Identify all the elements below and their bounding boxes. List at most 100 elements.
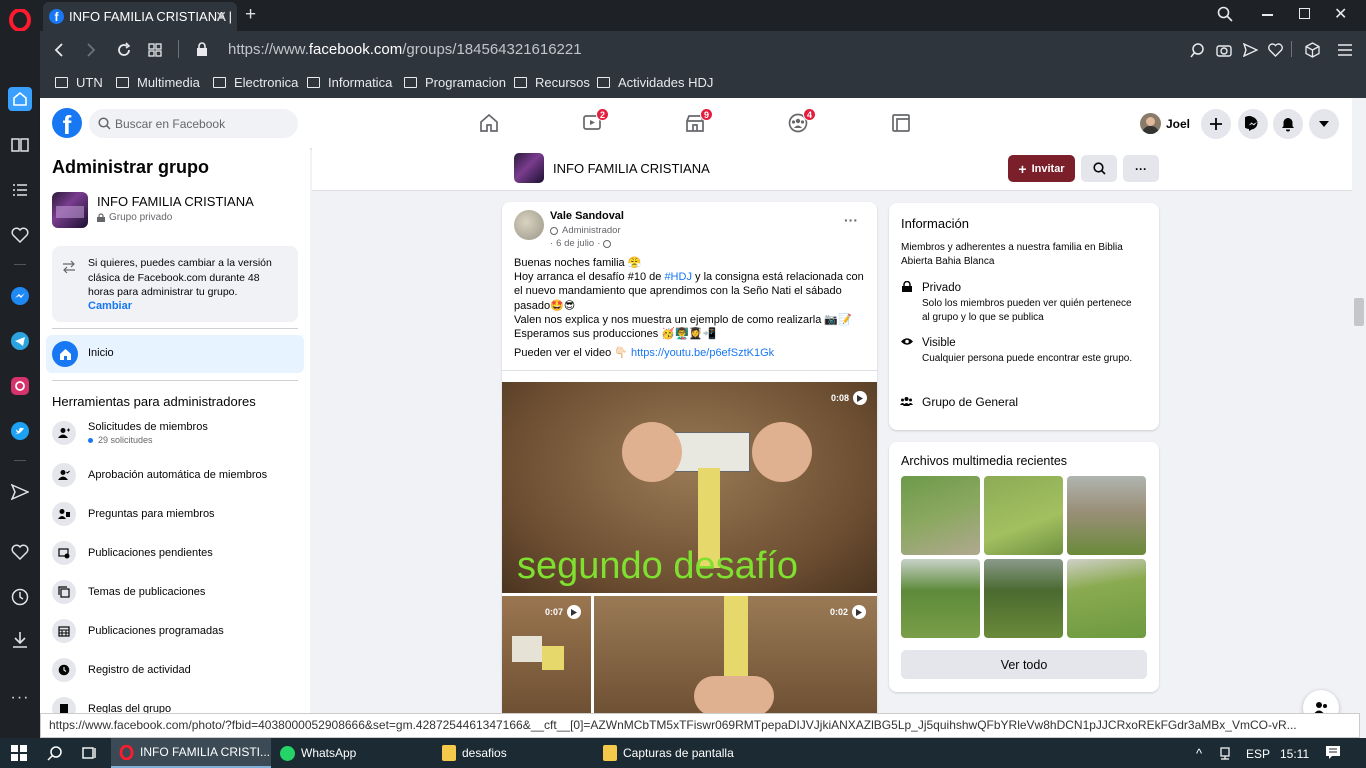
tool-pending-posts[interactable]: Publicaciones pendientes xyxy=(52,541,213,565)
new-tab-icon[interactable]: + xyxy=(245,4,256,26)
group-header-name[interactable]: INFO FAMILIA CRISTIANA xyxy=(553,161,710,176)
group-header-avatar[interactable] xyxy=(514,153,544,183)
nav-home[interactable]: Inicio xyxy=(46,335,304,373)
minimize-icon[interactable] xyxy=(1262,14,1273,16)
bookmark-item[interactable]: Actividades HDJ xyxy=(597,75,713,90)
pinboard-icon[interactable] xyxy=(8,223,32,247)
see-all-button[interactable]: Ver todo xyxy=(901,650,1147,679)
heart-icon[interactable] xyxy=(8,540,32,564)
tool-post-topics[interactable]: Temas de publicaciones xyxy=(52,580,205,604)
taskbar-app-whatsapp[interactable]: WhatsApp xyxy=(280,738,430,768)
tool-member-questions[interactable]: Preguntas para miembros xyxy=(52,502,215,526)
bookmark-item[interactable]: Electronica xyxy=(213,75,298,90)
media-thumbnail[interactable] xyxy=(1067,559,1146,638)
create-button[interactable] xyxy=(1201,109,1231,139)
tool-auto-approve[interactable]: Aprobación automática de miembros xyxy=(52,463,267,487)
post-date[interactable]: · 6 de julio · xyxy=(550,238,612,249)
group-avatar[interactable] xyxy=(52,192,88,228)
notifications-button[interactable] xyxy=(1273,109,1303,139)
gaming-nav-icon[interactable] xyxy=(891,113,913,135)
clock[interactable]: 15:11 xyxy=(1280,747,1309,761)
task-view-icon[interactable] xyxy=(81,745,97,761)
speed-dial-icon[interactable] xyxy=(8,87,32,111)
tool-member-requests[interactable]: Solicitudes de miembros 29 solicitudes xyxy=(52,421,208,445)
tab-search-icon[interactable] xyxy=(1217,6,1233,22)
switch-classic-link[interactable]: Cambiar xyxy=(88,300,132,312)
bookmark-item[interactable]: Informatica xyxy=(307,75,392,90)
instagram-icon[interactable] xyxy=(8,374,32,398)
media-thumbnail[interactable] xyxy=(901,559,980,638)
page-search-icon[interactable] xyxy=(1190,43,1205,58)
network-icon[interactable] xyxy=(1219,747,1231,760)
forward-icon[interactable] xyxy=(85,42,97,58)
restore-icon[interactable] xyxy=(1299,8,1310,19)
invite-button[interactable]: + Invitar xyxy=(1008,155,1075,182)
media-thumbnail[interactable] xyxy=(1067,476,1146,555)
account-menu-button[interactable] xyxy=(1309,109,1339,139)
start-icon[interactable] xyxy=(11,745,27,761)
facebook-search-input[interactable]: Buscar en Facebook xyxy=(89,109,298,138)
plus-icon: + xyxy=(1018,160,1027,177)
author-avatar[interactable] xyxy=(514,210,544,240)
messenger-button[interactable] xyxy=(1238,109,1268,139)
media-thumbnail[interactable] xyxy=(984,476,1063,555)
lock-icon[interactable] xyxy=(196,42,208,57)
facebook-logo-icon[interactable]: f xyxy=(52,108,82,138)
media-thumbnail[interactable] xyxy=(984,559,1063,638)
post-video-right[interactable]: 0:02 xyxy=(594,596,877,722)
post-video-small[interactable]: 0:07 xyxy=(502,596,591,722)
taskbar-app-desafios[interactable]: desafios xyxy=(442,738,592,768)
close-tab-icon[interactable]: ✕ xyxy=(215,8,227,25)
group-search-button[interactable] xyxy=(1081,155,1117,182)
bookmark-item[interactable]: Programacion xyxy=(404,75,506,90)
bookmark-item[interactable]: Recursos xyxy=(514,75,590,90)
notifications-center-icon[interactable] xyxy=(1325,745,1341,760)
messenger-icon[interactable] xyxy=(8,284,32,308)
tabs-grid-icon[interactable] xyxy=(148,43,162,57)
bookmark-item[interactable]: Multimedia xyxy=(116,75,200,90)
tool-activity-log[interactable]: Registro de actividad xyxy=(52,658,191,682)
url-field[interactable]: https://www.facebook.com/groups/18456432… xyxy=(228,41,582,58)
more-icon[interactable]: ··· xyxy=(8,686,32,710)
reload-icon[interactable] xyxy=(116,42,132,58)
bookmark-heart-icon[interactable] xyxy=(1268,43,1283,57)
history-icon[interactable] xyxy=(8,585,32,609)
home-nav-icon[interactable] xyxy=(479,113,501,135)
group-more-button[interactable]: ··· xyxy=(1123,155,1159,182)
group-name[interactable]: INFO FAMILIA CRISTIANA xyxy=(97,194,254,209)
close-window-icon[interactable]: ✕ xyxy=(1334,4,1347,24)
post-author[interactable]: Vale Sandoval xyxy=(550,210,624,222)
youtube-link[interactable]: https://youtu.be/p6efSztK1Gk xyxy=(631,347,774,359)
taskbar-app-opera[interactable]: INFO FAMILIA CRISTI... xyxy=(111,738,271,768)
send-icon[interactable] xyxy=(8,480,32,504)
bookmark-item[interactable]: UTN xyxy=(55,75,103,90)
reading-list-icon[interactable] xyxy=(8,178,32,202)
back-icon[interactable] xyxy=(53,42,65,58)
send-to-flow-icon[interactable] xyxy=(1243,43,1258,57)
user-name[interactable]: Joel xyxy=(1166,117,1190,131)
twitter-icon[interactable] xyxy=(8,419,32,443)
post-video-main[interactable]: 0:08 segundo desafío xyxy=(502,382,877,593)
tool-scheduled-posts[interactable]: Publicaciones programadas xyxy=(52,619,224,643)
opera-logo-icon[interactable] xyxy=(8,8,32,32)
group-privacy: Grupo privado xyxy=(97,212,172,223)
news-icon[interactable] xyxy=(8,133,32,157)
language-indicator[interactable]: ESP xyxy=(1246,747,1270,761)
downloads-icon[interactable] xyxy=(8,628,32,652)
easy-setup-icon[interactable] xyxy=(1338,44,1352,56)
scrollbar-thumb[interactable] xyxy=(1354,298,1364,326)
snapshot-icon[interactable] xyxy=(1216,43,1232,57)
group-type[interactable]: Grupo de General xyxy=(922,395,1018,409)
tab-facebook[interactable]: f INFO FAMILIA CRISTIANA | ✕ xyxy=(43,2,237,31)
taskbar-app-capturas[interactable]: Capturas de pantalla xyxy=(603,738,763,768)
page-scrollbar[interactable] xyxy=(1352,98,1366,713)
tool-group-rules[interactable]: Reglas del grupo xyxy=(52,697,171,713)
user-avatar[interactable] xyxy=(1140,113,1161,134)
post-options-icon[interactable]: ··· xyxy=(844,212,858,228)
media-thumbnail[interactable] xyxy=(901,476,980,555)
telegram-icon[interactable] xyxy=(8,329,32,353)
search-icon[interactable] xyxy=(47,745,63,761)
tray-chevron-up-icon[interactable]: ^ xyxy=(1196,746,1202,761)
extensions-cube-icon[interactable] xyxy=(1305,42,1320,58)
hashtag-link[interactable]: #HDJ xyxy=(664,271,692,283)
